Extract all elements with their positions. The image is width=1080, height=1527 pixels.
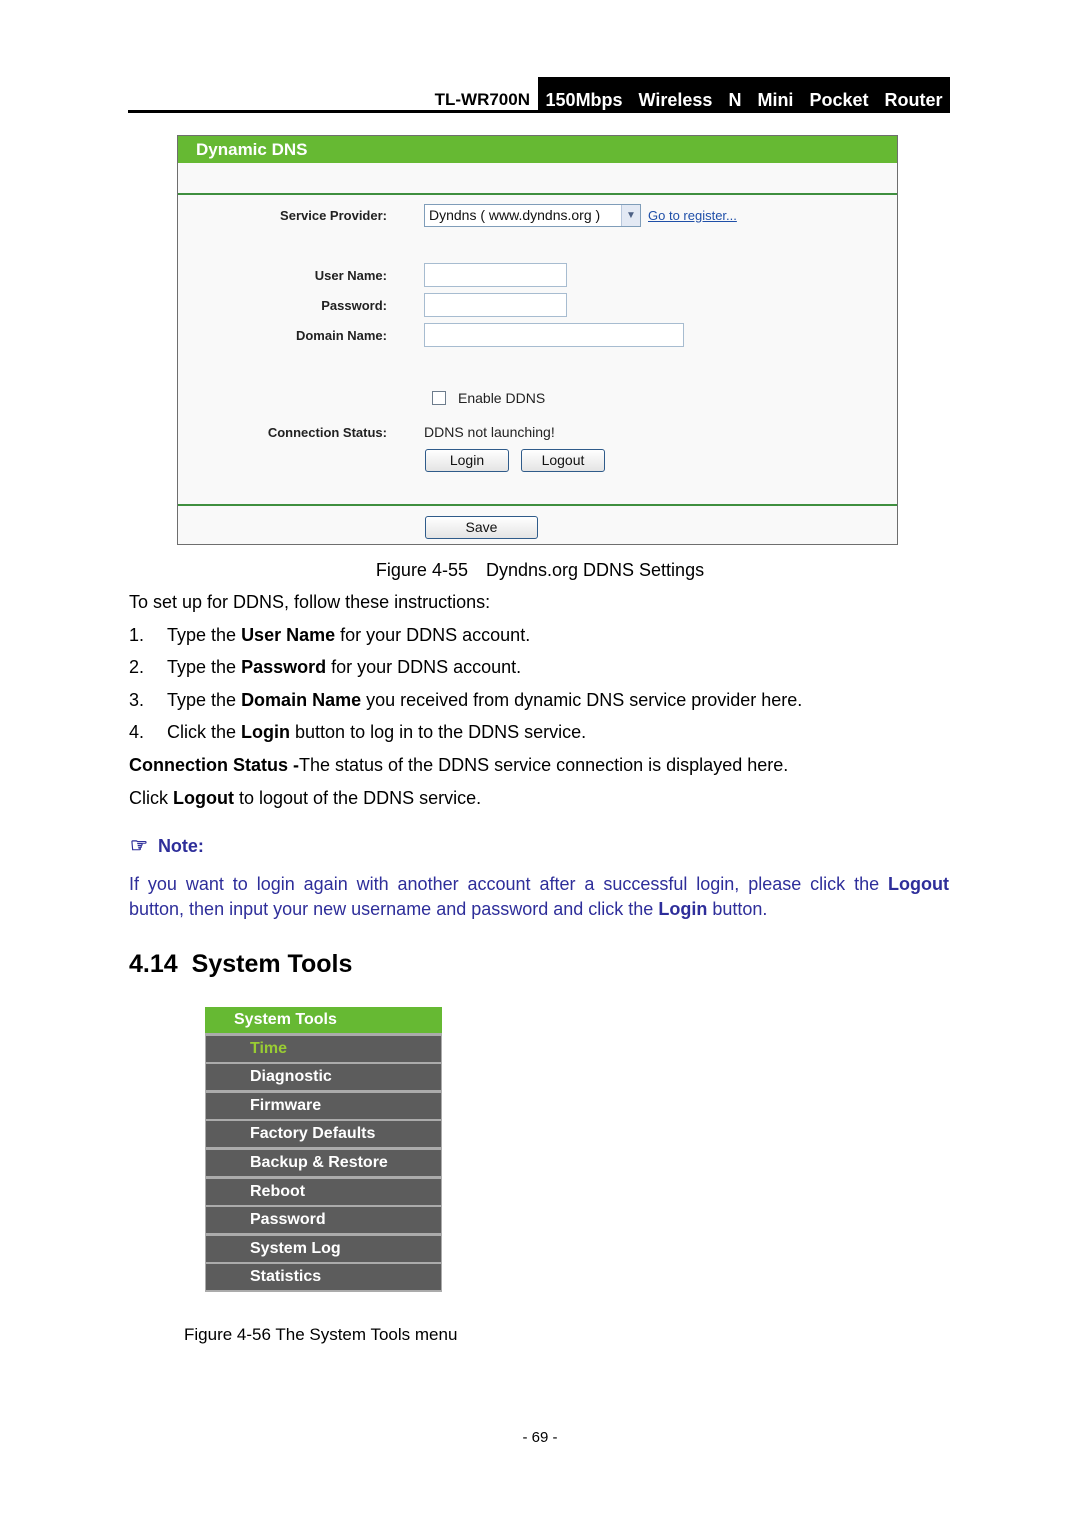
dynamic-dns-panel: Dynamic DNS Service Provider: Dyndns ( w… [177, 135, 898, 545]
panel-divider-top [178, 193, 897, 195]
login-button[interactable]: Login [425, 449, 509, 472]
connection-status-description: Connection Status -The status of the DDN… [129, 755, 789, 775]
user-name-label: User Name: [314, 268, 387, 283]
service-provider-label: Service Provider: [280, 208, 387, 223]
menu-item-system-log[interactable]: System Log [206, 1235, 441, 1262]
menu-item-diagnostic[interactable]: Diagnostic [206, 1064, 441, 1091]
password-input[interactable] [424, 293, 567, 317]
menu-item-firmware[interactable]: Firmware [206, 1092, 441, 1119]
user-name-input[interactable] [424, 263, 567, 287]
note-body: If you want to login again with another … [129, 872, 949, 922]
system-tools-menu: System Tools Time Diagnostic Firmware Fa… [205, 1007, 442, 1293]
menu-item-backup-restore[interactable]: Backup & Restore [206, 1149, 441, 1176]
service-provider-select[interactable]: Dyndns ( www.dyndns.org ) ▼ [424, 204, 641, 227]
section-number: 4.14 [129, 950, 178, 978]
page-number: - 69 - [522, 1429, 558, 1446]
header-model: TL-WR700N [434, 90, 530, 109]
save-button[interactable]: Save [425, 516, 538, 539]
figure-55-number: Figure 4-55 [375, 560, 468, 580]
step-item: 4. Click the Login button to log in to th… [129, 722, 587, 742]
logout-description: Click Logout to logout of the DDNS servi… [129, 788, 482, 808]
figure-55-title: Dyndns.org DDNS Settings [485, 560, 705, 580]
header-product-text: 150Mbps Wireless N Mini Pocket Router [545, 90, 943, 110]
domain-name-label: Domain Name: [295, 328, 387, 343]
menu-item-password[interactable]: Password [206, 1207, 441, 1234]
service-provider-value: Dyndns ( www.dyndns.org ) [429, 207, 601, 223]
header-product: 150Mbps Wireless N Mini Pocket Router [538, 77, 950, 113]
step-item: 3. Type the Domain Name you received from… [129, 690, 803, 710]
go-to-register-link[interactable]: Go to register... [648, 208, 737, 223]
password-label: Password: [321, 298, 387, 313]
enable-ddns-checkbox[interactable] [432, 391, 446, 405]
menu-header-system-tools[interactable]: System Tools [205, 1007, 442, 1033]
step-item: 1. Type the User Name for your DDNS accou… [129, 625, 531, 645]
domain-name-input[interactable] [424, 323, 684, 347]
connection-status-value: DDNS not launching! [424, 424, 555, 440]
menu-item-statistics[interactable]: Statistics [206, 1264, 441, 1291]
section-heading: 4.14 System Tools [129, 950, 352, 979]
panel-title: Dynamic DNS [178, 136, 897, 163]
logout-button[interactable]: Logout [521, 449, 605, 472]
panel-divider-bottom [178, 504, 897, 506]
menu-item-time[interactable]: Time [206, 1035, 441, 1062]
enable-ddns-label: Enable DDNS [458, 390, 546, 406]
section-title: System Tools [191, 950, 353, 978]
header-rule [128, 110, 950, 113]
chevron-down-icon[interactable]: ▼ [621, 205, 640, 226]
note-line-2: button, then input your new username and… [129, 899, 768, 919]
note-line-1: If you want to login again with another … [129, 874, 949, 894]
menu-item-factory-defaults[interactable]: Factory Defaults [206, 1121, 441, 1148]
pointing-hand-icon: ☞ [130, 835, 148, 857]
note-heading: ☞ Note: [130, 835, 204, 857]
menu-item-reboot[interactable]: Reboot [206, 1178, 441, 1205]
connection-status-label: Connection Status: [267, 425, 387, 440]
figure-56-caption: Figure 4-56 The System Tools menu [184, 1325, 458, 1344]
instructions-intro: To set up for DDNS, follow these instruc… [129, 592, 491, 612]
step-item: 2. Type the Password for your DDNS accoun… [129, 657, 522, 677]
figure-55-caption: Figure 4-55 Dyndns.org DDNS Settings [0, 560, 1080, 581]
